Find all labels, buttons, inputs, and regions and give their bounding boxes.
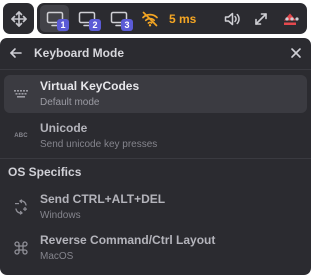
monitor-number-badge: 3	[121, 19, 133, 31]
session-toolbar: 1 2 3 5 ms	[37, 3, 307, 34]
abc-icon: ABC	[12, 127, 30, 145]
move-icon	[10, 10, 27, 27]
abc-icon-text: ABC	[14, 133, 28, 139]
option-title: Virtual KeyCodes	[40, 79, 140, 93]
option-subtitle: Send unicode key presses	[40, 139, 158, 150]
monitor-number-badge: 1	[57, 19, 69, 31]
keyboard-mode-panel: Keyboard Mode Virtual KeyCodes Default m…	[0, 38, 311, 275]
latency-readout: 5 ms	[169, 11, 197, 26]
wifi-off-icon	[142, 11, 158, 26]
volume-button[interactable]	[219, 5, 245, 32]
keyboard-icon	[12, 85, 30, 103]
option-unicode[interactable]: ABC Unicode Send unicode key presses	[4, 117, 307, 155]
option-title: Reverse Command/Ctrl Layout	[40, 233, 216, 247]
connection-status-button[interactable]	[137, 5, 163, 32]
monitor-3-button[interactable]: 3	[105, 5, 133, 32]
option-subtitle: Windows	[40, 210, 81, 221]
option-subtitle: Default mode	[40, 97, 100, 108]
expand-icon	[255, 12, 267, 25]
monitor-2-button[interactable]: 2	[73, 5, 101, 32]
move-handle[interactable]	[3, 3, 34, 34]
fullscreen-button[interactable]	[249, 5, 273, 32]
option-virtual-keycodes[interactable]: Virtual KeyCodes Default mode	[4, 75, 307, 113]
more-options-button[interactable]	[279, 5, 305, 32]
monitor-number-badge: 2	[89, 19, 101, 31]
back-button[interactable]	[9, 46, 23, 60]
option-title: Send CTRL+ALT+DEL	[40, 192, 166, 206]
option-subtitle: MacOS	[40, 251, 74, 262]
section-label-os-specifics: OS Specifics	[8, 165, 82, 179]
close-button[interactable]	[289, 46, 303, 60]
arrow-left-icon	[10, 48, 22, 58]
section-divider	[0, 158, 311, 159]
windows-keys-icon	[12, 198, 30, 216]
close-icon	[291, 48, 301, 58]
option-reverse-command-ctrl[interactable]: Reverse Command/Ctrl Layout MacOS	[4, 229, 307, 267]
panel-title: Keyboard Mode	[34, 46, 125, 60]
option-title: Unicode	[40, 121, 88, 135]
volume-icon	[224, 12, 240, 25]
monitor-1-button[interactable]: 1	[40, 5, 69, 32]
header-divider	[0, 69, 311, 70]
panel-header: Keyboard Mode	[0, 38, 311, 69]
option-send-ctrl-alt-del[interactable]: Send CTRL+ALT+DEL Windows	[4, 188, 307, 226]
more-icon	[285, 16, 299, 21]
command-icon	[12, 239, 30, 257]
